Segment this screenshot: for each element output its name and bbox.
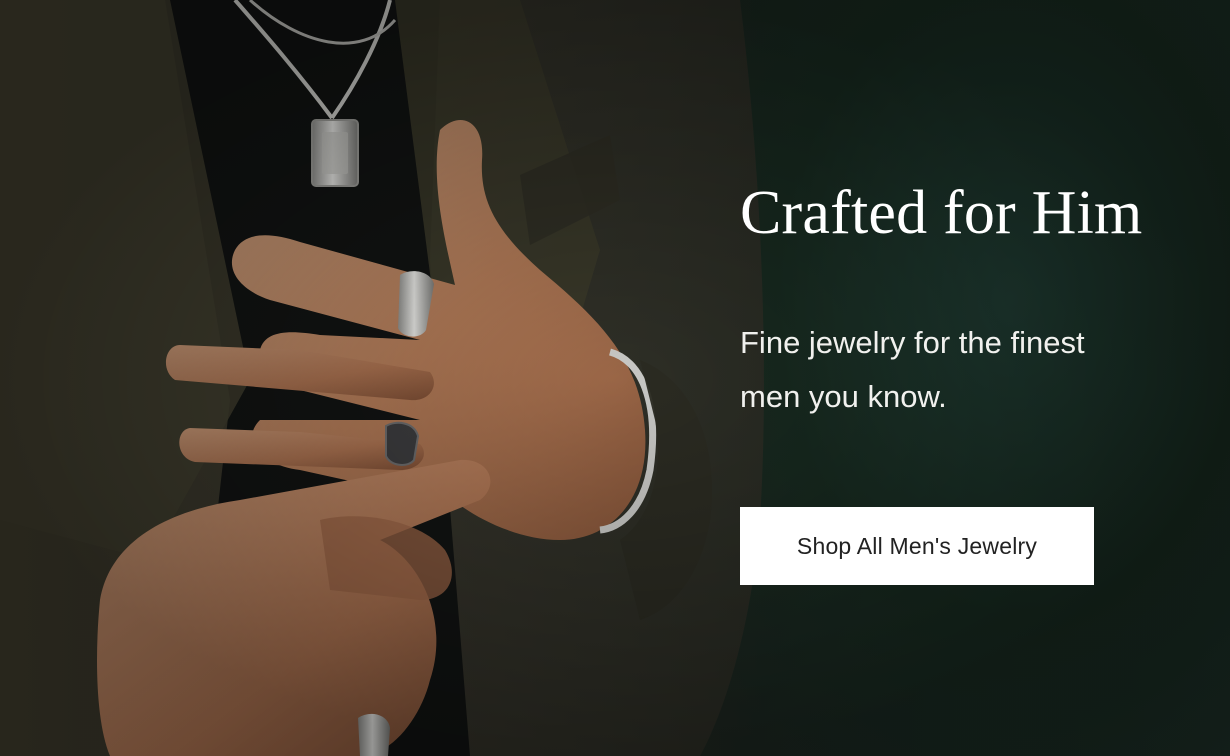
- hero-copy: Crafted for Him Fine jewelry for the fin…: [740, 176, 1200, 424]
- hero-headline: Crafted for Him: [740, 179, 1143, 247]
- hero-subheadline: Fine jewelry for the finest men you know…: [740, 325, 1085, 414]
- hero-banner: Crafted for Him Fine jewelry for the fin…: [0, 0, 1230, 756]
- shop-all-mens-jewelry-button[interactable]: Shop All Men's Jewelry: [740, 507, 1094, 585]
